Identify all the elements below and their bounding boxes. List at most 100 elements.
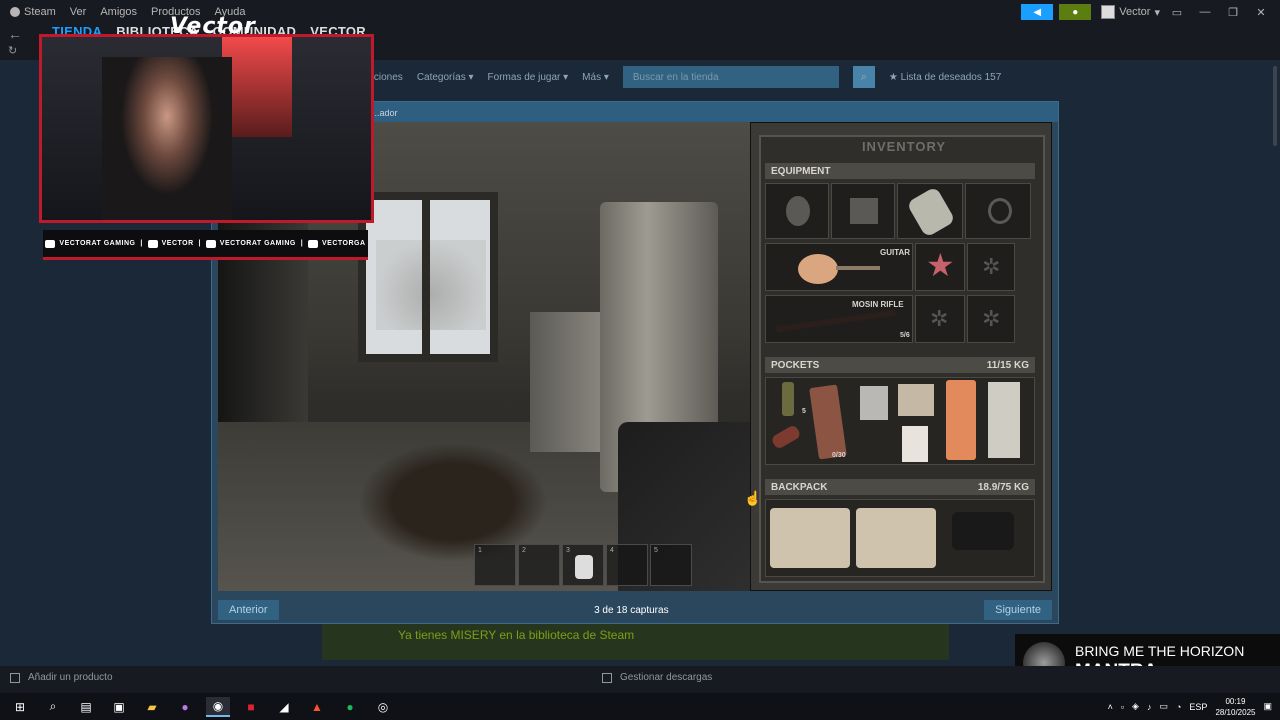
steam-footer: Añadir un producto Gestionar descargas bbox=[0, 666, 1280, 693]
scrollbar-thumb[interactable] bbox=[1273, 66, 1277, 146]
taskbar-icons: ⊞ ⌕ ▤ ▣ ▰ ● ◉ ■ ◢ ▲ ● ◎ bbox=[8, 696, 395, 717]
menu-amigos[interactable]: Amigos bbox=[100, 6, 137, 18]
equipment-label: EQUIPMENT bbox=[771, 165, 831, 177]
refresh-icon[interactable]: ↻ bbox=[8, 44, 17, 57]
app-icon[interactable]: ▣ bbox=[107, 697, 131, 717]
task-view-icon[interactable]: ▤ bbox=[74, 697, 98, 717]
scene-window bbox=[358, 192, 498, 362]
backpack-grid bbox=[765, 499, 1035, 577]
hotbar-slot: 5 bbox=[650, 544, 692, 586]
add-product-label: Añadir un producto bbox=[28, 672, 113, 683]
bandage-slot bbox=[897, 183, 963, 239]
star-slot: ★ bbox=[915, 243, 965, 291]
volume-icon[interactable]: ◔ bbox=[1176, 702, 1181, 712]
discord-icon[interactable]: ● bbox=[173, 697, 197, 717]
magazine-icon bbox=[809, 384, 847, 460]
add-product-button[interactable]: Añadir un producto bbox=[10, 672, 113, 683]
pot-icon bbox=[952, 512, 1014, 550]
guitar-label: GUITAR bbox=[880, 248, 911, 257]
rope-icon bbox=[988, 198, 1012, 224]
restore-icon[interactable]: ❐ bbox=[1222, 6, 1244, 19]
webcam-overlay bbox=[39, 34, 374, 223]
subnav-mas[interactable]: Más ▾ bbox=[582, 72, 609, 83]
backpack-header: BACKPACK 18.9/75 KG bbox=[765, 479, 1035, 495]
network-icon[interactable]: ▭ bbox=[1159, 701, 1168, 712]
subnav-formas-de-jugar[interactable]: Formas de jugar ▾ bbox=[488, 72, 569, 83]
menu-steam[interactable]: Steam bbox=[10, 6, 56, 18]
spotify-icon[interactable]: ● bbox=[338, 697, 362, 717]
steam-logo-icon bbox=[10, 7, 20, 17]
hotbar-slot: 1 bbox=[474, 544, 516, 586]
pills-icon bbox=[946, 380, 976, 460]
mre-icon bbox=[856, 508, 936, 568]
guitar-neck bbox=[836, 266, 880, 270]
manage-downloads-button[interactable]: Gestionar descargas bbox=[602, 672, 712, 683]
notifications-icon[interactable]: ▣ bbox=[1263, 701, 1272, 712]
language-indicator[interactable]: ESP bbox=[1189, 702, 1207, 712]
titlebar-right: ◀ ● Vector ▾ ▭ — ❐ ✕ bbox=[1021, 0, 1280, 24]
prev-button[interactable]: Anterior bbox=[218, 600, 279, 620]
clock[interactable]: 00:19 28/10/2025 bbox=[1215, 696, 1255, 718]
subnav-categorias[interactable]: Categorías ▾ bbox=[417, 72, 474, 83]
social-twitter: VECTORAT GAMING bbox=[205, 239, 296, 248]
pockets-label: POCKETS bbox=[771, 359, 820, 371]
system-tray: ˄ ▫ ◈ ♪ ▭ ◔ ESP 00:19 28/10/2025 ▣ bbox=[1108, 693, 1272, 720]
social-instagram: VECTORGA bbox=[307, 239, 366, 248]
plus-icon bbox=[10, 672, 20, 683]
next-button[interactable]: Siguiente bbox=[984, 600, 1052, 620]
download-icon bbox=[602, 672, 612, 683]
user-menu[interactable]: Vector ▾ bbox=[1101, 5, 1160, 19]
manage-downloads-label: Gestionar descargas bbox=[620, 672, 713, 683]
music-artist: BRING ME THE HORIZON bbox=[1075, 643, 1245, 659]
store-search-input[interactable]: Buscar en la tienda bbox=[622, 66, 839, 88]
webcam-person bbox=[102, 57, 232, 220]
mre-icon bbox=[770, 508, 850, 568]
rope-slot bbox=[965, 183, 1031, 239]
location-icon[interactable]: ◈ bbox=[1132, 701, 1139, 712]
brave-icon[interactable]: ▲ bbox=[305, 697, 329, 717]
wishlist-link[interactable]: ★ Lista de deseados 157 bbox=[889, 72, 1001, 83]
guitar-icon bbox=[798, 254, 838, 284]
announcements-button[interactable]: ◀ bbox=[1021, 4, 1054, 20]
instagram-icon bbox=[307, 239, 318, 248]
youtube-icon bbox=[45, 239, 56, 248]
minimize-icon[interactable]: — bbox=[1194, 6, 1216, 18]
app-icon[interactable]: ◢ bbox=[272, 697, 296, 717]
twitch-icon bbox=[147, 239, 158, 248]
file-explorer-icon[interactable]: ▰ bbox=[140, 697, 164, 717]
social-separator: | bbox=[140, 240, 143, 247]
pocket-count: 5 bbox=[802, 408, 806, 415]
search-icon[interactable]: ⌕ bbox=[41, 697, 65, 717]
rifle-ammo: 5/6 bbox=[900, 332, 910, 339]
modal-footer: Anterior 3 de 18 capturas Siguiente bbox=[212, 596, 1058, 624]
pockets-grid: 5 0/30 bbox=[765, 377, 1035, 465]
radio-icon bbox=[860, 386, 888, 420]
scene-window-bar bbox=[422, 200, 430, 354]
tray-icon[interactable]: ▫ bbox=[1121, 702, 1124, 712]
food-box-icon bbox=[988, 382, 1020, 458]
notifications-button[interactable]: ● bbox=[1059, 4, 1092, 20]
close-icon[interactable]: ✕ bbox=[1250, 6, 1272, 19]
modal-header-link[interactable]: ...ador bbox=[372, 108, 398, 118]
hotbar-slot: 4 bbox=[606, 544, 648, 586]
username: Vector bbox=[1119, 6, 1151, 18]
empty-slot: ✲ bbox=[967, 295, 1015, 343]
steam-taskbar-icon[interactable]: ◉ bbox=[206, 696, 230, 717]
bandage-icon bbox=[906, 186, 956, 238]
windows-start-icon[interactable]: ⊞ bbox=[8, 697, 32, 717]
store-scrollbar[interactable] bbox=[1270, 60, 1280, 670]
screen: Steam Ver Amigos Productos Ayuda ◀ ● Vec… bbox=[0, 0, 1280, 720]
chevron-up-icon[interactable]: ˄ bbox=[1108, 702, 1113, 712]
back-arrow-icon[interactable]: ← bbox=[8, 26, 22, 42]
webcam-arcade bbox=[222, 37, 292, 137]
obs-icon[interactable]: ◎ bbox=[371, 697, 395, 717]
big-picture-icon[interactable]: ▭ bbox=[1166, 6, 1188, 19]
menu-ver[interactable]: Ver bbox=[70, 6, 87, 18]
equipment-header: EQUIPMENT bbox=[765, 163, 1035, 179]
search-button[interactable]: ⌕ bbox=[852, 66, 875, 88]
radiation-icon: ✲ bbox=[982, 306, 1001, 331]
app-red-icon[interactable]: ■ bbox=[239, 697, 263, 717]
scene-tree bbox=[376, 240, 486, 330]
microphone-icon[interactable]: ♪ bbox=[1147, 702, 1152, 712]
inventory-panel: INVENTORY EQUIPMENT GUITAR ★ ✲ MOSIN RIF… bbox=[750, 122, 1052, 591]
